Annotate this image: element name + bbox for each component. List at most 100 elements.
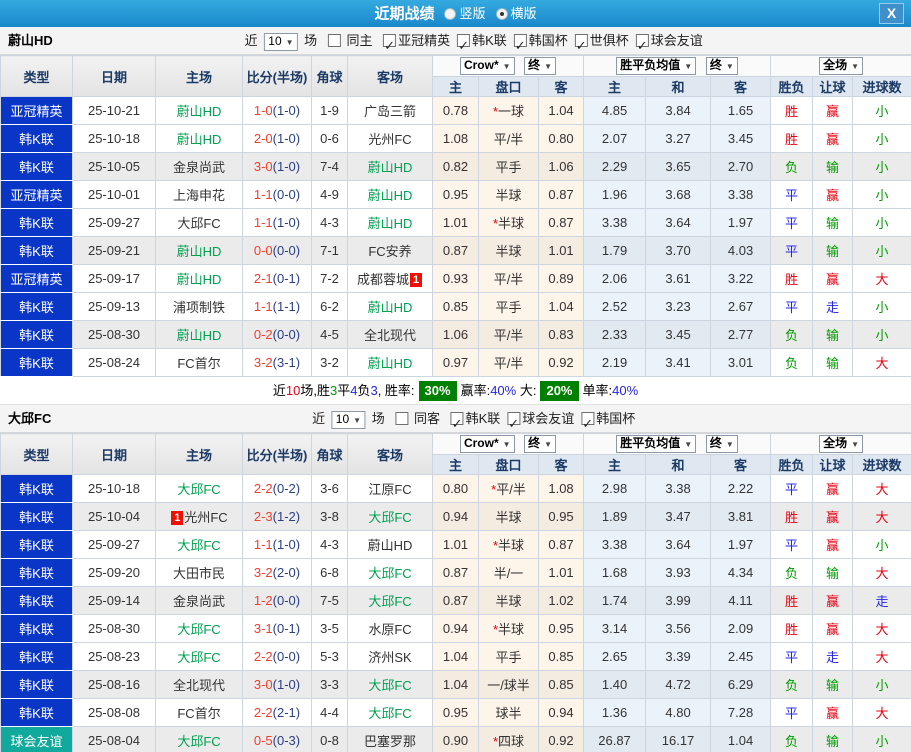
- summary-text: 近: [272, 383, 286, 398]
- league-checkbox[interactable]: [507, 410, 521, 438]
- result-handicap: 赢: [812, 502, 854, 531]
- result-goals: 小: [852, 124, 911, 153]
- euro-home-odds: 3.38: [583, 530, 647, 559]
- sub-col-goals: 进球数: [852, 454, 911, 475]
- avg-odds-select[interactable]: 胜平负均值: [616, 57, 697, 75]
- matches-label: 场: [304, 33, 318, 48]
- result-wdl: 平: [770, 530, 814, 559]
- league-checkbox-label: 韩国杯: [596, 411, 636, 426]
- result-wdl: 平: [770, 474, 814, 503]
- league-type: 韩K联: [0, 642, 73, 671]
- asian-away-odds: 0.92: [537, 348, 585, 377]
- euro-away-odds: 1.04: [710, 726, 772, 752]
- asian-away-odds: 0.92: [537, 726, 585, 752]
- col-type: 类型: [0, 433, 73, 475]
- league-checkbox[interactable]: [581, 410, 595, 438]
- match-row: 韩K联 25-08-30 蔚山HD 0-2(0-0) 4-5 全北现代 1.06 平/半 0.8…: [0, 320, 911, 349]
- euro-away-odds: 2.22: [710, 474, 772, 503]
- same-venue-checkbox[interactable]: [395, 412, 409, 425]
- euro-away-odds: 3.81: [710, 502, 772, 531]
- result-wdl: 平: [770, 236, 814, 265]
- euro-draw-odds: 3.93: [645, 558, 712, 587]
- col-corner: 角球: [311, 433, 348, 475]
- result-handicap: 赢: [812, 124, 854, 153]
- asian-home-odds: 0.95: [432, 698, 479, 727]
- summary-losses: 3: [370, 383, 378, 398]
- scope-select[interactable]: 全场: [819, 57, 864, 75]
- home-team: 大田市民: [155, 558, 243, 587]
- sub-col-asian-away: 客: [537, 76, 585, 97]
- match-count-select[interactable]: 10: [331, 410, 366, 429]
- corner-score: 4-5: [311, 320, 348, 349]
- league-checkbox[interactable]: [513, 32, 527, 60]
- col-score: 比分(半场): [242, 55, 312, 97]
- match-date: 25-08-23: [72, 642, 156, 671]
- sub-col-handicap-result: 让球: [812, 454, 854, 475]
- page-title: 近期战绩: [374, 5, 435, 23]
- bookmaker-select[interactable]: Crow*: [459, 435, 515, 453]
- sub-col-handicap: 盘口: [478, 454, 539, 475]
- euro-away-odds: 4.03: [710, 236, 772, 265]
- vertical-layout-radio[interactable]: [444, 8, 457, 21]
- home-team: 蔚山HD: [155, 236, 243, 265]
- league-checkbox[interactable]: [574, 32, 588, 60]
- match-row: 韩K联 25-08-08 FC首尔 2-2(2-1) 4-4 大邱FC 0.95 球半 0.94…: [0, 698, 911, 727]
- result-goals: 小: [852, 292, 911, 321]
- match-row: 韩K联 25-10-18 蔚山HD 2-0(1-0) 0-6 光州FC 1.08 平/半 0.8…: [0, 124, 911, 153]
- euro-draw-odds: 16.17: [645, 726, 712, 752]
- match-count-select[interactable]: 10: [264, 32, 298, 51]
- horizontal-layout-radio[interactable]: [495, 8, 508, 21]
- result-handicap: 赢: [812, 698, 854, 727]
- euro-draw-odds: 3.61: [645, 264, 712, 293]
- horizontal-layout-label: 横版: [510, 6, 537, 22]
- league-checkbox[interactable]: [450, 410, 464, 438]
- asian-handicap: *平/半: [478, 474, 539, 503]
- home-team: 浦项制铁: [155, 292, 243, 321]
- close-icon[interactable]: X: [879, 3, 904, 24]
- section-header: 大邱FC 近 10 场 同客 韩K联 球会友谊 韩国杯: [0, 405, 911, 438]
- league-checkbox[interactable]: [457, 32, 471, 60]
- league-type: 韩K联: [0, 502, 73, 531]
- away-team: 光州FC: [347, 124, 433, 153]
- avg-odds-select[interactable]: 胜平负均值: [616, 435, 697, 453]
- result-header: 全场: [770, 55, 911, 77]
- league-type: 韩K联: [0, 292, 73, 321]
- asian-home-odds: 0.87: [432, 586, 479, 615]
- corner-score: 1-9: [311, 96, 348, 125]
- final-odds-select[interactable]: 终: [705, 435, 738, 453]
- scope-select[interactable]: 全场: [819, 435, 864, 453]
- asian-away-odds: 1.04: [537, 96, 585, 125]
- match-score: 2-1(0-1): [242, 264, 312, 293]
- league-checkbox[interactable]: [635, 32, 649, 60]
- sub-col-euro-draw: 和: [645, 454, 712, 475]
- euro-home-odds: 2.52: [583, 292, 647, 321]
- final-odds-select[interactable]: 终: [524, 57, 557, 75]
- final-odds-select[interactable]: 终: [524, 435, 557, 453]
- final-odds-select[interactable]: 终: [705, 57, 738, 75]
- col-date: 日期: [72, 433, 156, 475]
- corner-score: 5-3: [311, 642, 348, 671]
- league-type: 韩K联: [0, 152, 73, 181]
- result-header: 全场: [770, 433, 911, 455]
- away-team: 大邱FC: [347, 502, 433, 531]
- euro-draw-odds: 3.64: [645, 530, 712, 559]
- asian-handicap: 平/半: [478, 264, 539, 293]
- league-checkbox-label: 韩K联: [465, 411, 501, 426]
- asian-away-odds: 0.89: [537, 264, 585, 293]
- asian-home-odds: 0.93: [432, 264, 479, 293]
- sub-col-euro-away: 客: [710, 454, 772, 475]
- asian-away-odds: 0.80: [537, 124, 585, 153]
- same-venue-checkbox[interactable]: [327, 34, 341, 47]
- result-goals: 小: [852, 208, 911, 237]
- league-type: 球会友谊: [0, 726, 73, 752]
- summary-text: 赢率:: [460, 383, 491, 398]
- euro-draw-odds: 3.84: [645, 96, 712, 125]
- euro-draw-odds: 3.41: [645, 348, 712, 377]
- asian-away-odds: 0.85: [537, 642, 585, 671]
- league-checkbox[interactable]: [383, 32, 397, 60]
- result-handicap: 赢: [812, 614, 854, 643]
- euro-odds-header: 胜平负均值 终: [583, 55, 772, 77]
- euro-away-odds: 3.38: [710, 180, 772, 209]
- away-team: 江原FC: [347, 474, 433, 503]
- asian-home-odds: 0.90: [432, 726, 479, 752]
